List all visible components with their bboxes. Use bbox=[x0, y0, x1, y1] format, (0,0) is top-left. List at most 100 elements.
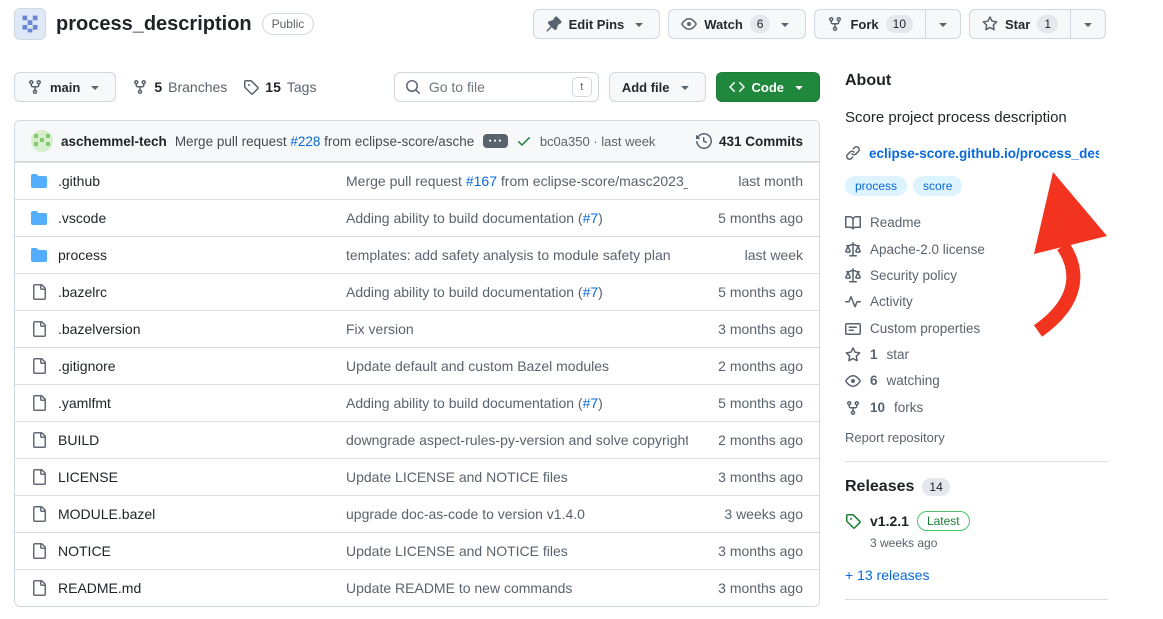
file-name-link[interactable]: .vscode bbox=[58, 210, 106, 226]
chevron-down-icon bbox=[777, 16, 793, 32]
website-link[interactable]: eclipse-score.github.io/process_descr… bbox=[869, 146, 1099, 161]
table-row: MODULE.bazel upgrade doc-as-code to versi… bbox=[15, 495, 819, 532]
releases-heading[interactable]: Releases bbox=[845, 478, 914, 496]
pr-link[interactable]: #228 bbox=[290, 134, 320, 149]
law-icon bbox=[845, 242, 861, 258]
file-name-link[interactable]: MODULE.bazel bbox=[58, 506, 155, 522]
fork-label: Fork bbox=[850, 17, 878, 32]
commit-message-link[interactable]: Update README to new commands bbox=[346, 580, 688, 596]
table-row: BUILD downgrade aspect-rules-py-version a… bbox=[15, 421, 819, 458]
file-name-link[interactable]: .bazelversion bbox=[58, 321, 141, 337]
commit-message-link[interactable]: Update default and custom Bazel modules bbox=[346, 358, 688, 374]
report-repository-link[interactable]: Report repository bbox=[845, 430, 1108, 445]
star-button[interactable]: Star 1 bbox=[969, 9, 1071, 39]
expand-commit-message-button[interactable] bbox=[483, 134, 508, 148]
header-actions: Edit Pins Watch 6 Fork 10 Star 1 bbox=[533, 9, 1106, 39]
commit-message-link[interactable]: Adding ability to build documentation (#… bbox=[346, 284, 688, 300]
table-row: README.mdUpdate README to new commands3 … bbox=[15, 569, 819, 606]
star-dropdown-button[interactable] bbox=[1070, 9, 1106, 39]
file-name-link[interactable]: process bbox=[58, 247, 107, 263]
topic-tag[interactable]: score bbox=[913, 176, 962, 196]
commit-author-avatar[interactable] bbox=[31, 130, 53, 152]
code-button[interactable]: Code bbox=[716, 72, 821, 102]
file-name-link[interactable]: .yamlfmt bbox=[58, 395, 111, 411]
security-policy-link[interactable]: Security policy bbox=[845, 263, 1108, 289]
star-button-group: Star 1 bbox=[969, 9, 1106, 39]
file-icon bbox=[31, 321, 47, 337]
visibility-badge: Public bbox=[262, 13, 315, 35]
file-name-link[interactable]: README.md bbox=[58, 580, 141, 596]
commit-date: 3 months ago bbox=[688, 543, 803, 559]
release-version[interactable]: v1.2.1 bbox=[870, 513, 909, 529]
readme-link[interactable]: Readme bbox=[845, 210, 1108, 236]
custom-properties-link[interactable]: Custom properties bbox=[845, 316, 1108, 342]
commit-message-link[interactable]: Adding ability to build documentation (#… bbox=[346, 210, 688, 226]
commit-message-link[interactable]: upgrade doc-as-code to version v1.4.0 bbox=[346, 506, 688, 522]
star-icon bbox=[982, 16, 998, 32]
repo-title[interactable]: process_description bbox=[56, 13, 252, 36]
add-file-button[interactable]: Add file bbox=[609, 72, 706, 102]
commit-sha-and-time[interactable]: bc0a350 · last week bbox=[540, 134, 656, 149]
activity-link[interactable]: Activity bbox=[845, 289, 1108, 315]
latest-release-item[interactable]: v1.2.1 Latest 3 weeks ago bbox=[845, 511, 1108, 550]
license-link[interactable]: Apache-2.0 license bbox=[845, 236, 1108, 262]
file-name-link[interactable]: .github bbox=[58, 173, 100, 189]
fork-button[interactable]: Fork 10 bbox=[814, 9, 926, 39]
commit-date: last month bbox=[688, 173, 803, 189]
file-icon bbox=[31, 506, 47, 522]
commit-message-link[interactable]: downgrade aspect-rules-py-version and so… bbox=[346, 432, 688, 448]
commit-date: 5 months ago bbox=[688, 395, 803, 411]
commit-message-link[interactable]: Merge pull request #167 from eclipse-sco… bbox=[346, 173, 688, 189]
eye-icon bbox=[681, 16, 697, 32]
commit-history-link[interactable]: 431 Commits bbox=[696, 133, 803, 149]
fork-button-group: Fork 10 bbox=[814, 9, 961, 39]
commit-message-link[interactable]: templates: add safety analysis to module… bbox=[346, 247, 688, 263]
pr-link[interactable]: #7 bbox=[583, 395, 599, 411]
commit-date: 3 months ago bbox=[688, 321, 803, 337]
tag-icon bbox=[243, 79, 259, 95]
edit-pins-button[interactable]: Edit Pins bbox=[533, 9, 661, 39]
star-icon bbox=[845, 347, 861, 363]
fork-icon bbox=[827, 16, 843, 32]
commit-date: 2 months ago bbox=[688, 432, 803, 448]
file-name-link[interactable]: .bazelrc bbox=[58, 284, 107, 300]
releases-heading-row: Releases 14 bbox=[845, 478, 1108, 496]
topic-tag[interactable]: process bbox=[845, 176, 907, 196]
file-name-link[interactable]: LICENSE bbox=[58, 469, 118, 485]
checks-status-icon[interactable] bbox=[516, 133, 532, 149]
org-avatar[interactable] bbox=[14, 8, 46, 40]
watching-link[interactable]: 6watching bbox=[845, 368, 1108, 394]
pr-link[interactable]: #167 bbox=[466, 173, 497, 189]
tag-icon bbox=[845, 513, 861, 529]
branches-link[interactable]: 5 Branches bbox=[132, 79, 227, 95]
file-name-link[interactable]: BUILD bbox=[58, 432, 99, 448]
folder-icon bbox=[31, 247, 47, 263]
releases-count: 14 bbox=[922, 478, 949, 496]
forks-link[interactable]: 10forks bbox=[845, 395, 1108, 421]
more-releases-link[interactable]: + 13 releases bbox=[845, 567, 1108, 583]
kebab-icon bbox=[489, 135, 501, 147]
file-name-link[interactable]: .gitignore bbox=[58, 358, 116, 374]
fork-dropdown-button[interactable] bbox=[925, 9, 961, 39]
latest-commit-bar: aschemmel-tech Merge pull request #228 f… bbox=[15, 121, 819, 162]
file-name-link[interactable]: NOTICE bbox=[58, 543, 111, 559]
commit-message-link[interactable]: Fix version bbox=[346, 321, 688, 337]
watch-count: 6 bbox=[750, 15, 771, 33]
watch-button[interactable]: Watch 6 bbox=[668, 9, 806, 39]
file-icon bbox=[31, 395, 47, 411]
branch-icon bbox=[27, 79, 43, 95]
file-icon bbox=[31, 358, 47, 374]
stars-link[interactable]: 1star bbox=[845, 342, 1108, 368]
commit-author[interactable]: aschemmel-tech bbox=[61, 134, 167, 149]
table-row: .bazelrc Adding ability to build document… bbox=[15, 273, 819, 310]
commit-message-link[interactable]: Update LICENSE and NOTICE files bbox=[346, 543, 688, 559]
commit-message-link[interactable]: Adding ability to build documentation (#… bbox=[346, 395, 688, 411]
pr-link[interactable]: #7 bbox=[583, 210, 599, 226]
commit-message[interactable]: Merge pull request #228 from eclipse-sco… bbox=[175, 134, 475, 149]
tags-link[interactable]: 15 Tags bbox=[243, 79, 316, 95]
pr-link[interactable]: #7 bbox=[583, 284, 599, 300]
commit-message-link[interactable]: Update LICENSE and NOTICE files bbox=[346, 469, 688, 485]
table-row: .yamlfmt Adding ability to build document… bbox=[15, 384, 819, 421]
branch-selector[interactable]: main bbox=[14, 72, 116, 102]
go-to-file-input[interactable] bbox=[429, 79, 564, 95]
